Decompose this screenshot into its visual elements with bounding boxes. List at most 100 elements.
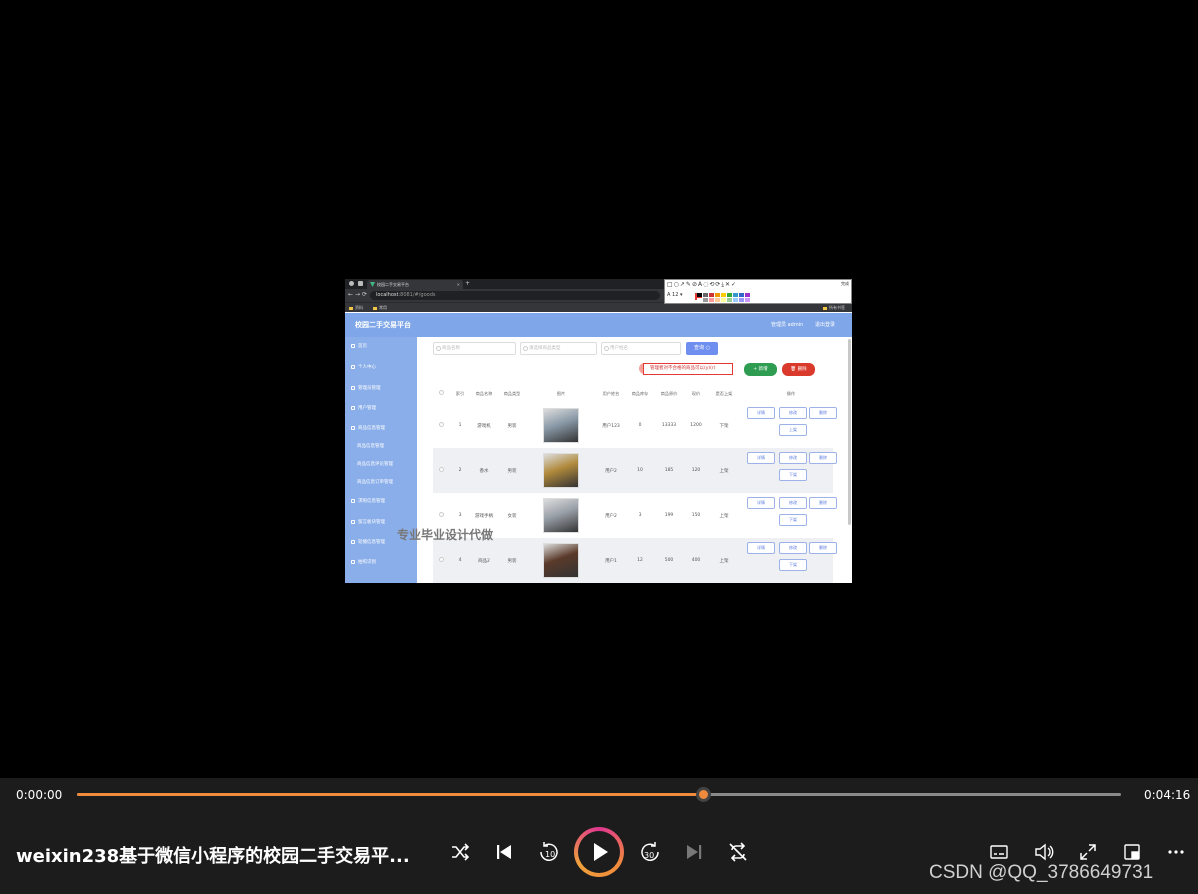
detail-button[interactable]: 详情 <box>747 542 775 554</box>
palette-swatch[interactable] <box>697 298 702 302</box>
palette-swatch[interactable] <box>721 298 726 302</box>
palette-swatch[interactable] <box>745 293 750 297</box>
user-icon <box>351 364 355 369</box>
cell-index: 3 <box>458 513 462 518</box>
edit-label: 修改 <box>789 410 797 415</box>
sidebar-item-carousel[interactable]: 轮播信息管理 <box>351 539 385 545</box>
toggle-listing-label: 下架 <box>789 562 797 567</box>
url-field[interactable]: localhost:8081/#/goods <box>370 291 660 300</box>
row-checkbox[interactable] <box>439 467 444 472</box>
seek-thumb[interactable] <box>696 787 712 802</box>
goods-name-input[interactable]: 商品名称 <box>433 342 516 355</box>
sidebar-subitem-goods[interactable]: 商品信息管理 <box>357 443 384 449</box>
sidebar-item-profile[interactable]: 个人中心 <box>351 364 376 370</box>
edit-button[interactable]: 修改 <box>779 452 807 464</box>
edit-button[interactable]: 修改 <box>779 497 807 509</box>
bookmark-item[interactable]: 常用 <box>373 304 387 312</box>
search-button[interactable]: 查询 ○ <box>686 342 718 355</box>
row-checkbox[interactable] <box>439 422 444 427</box>
select-all-checkbox[interactable] <box>439 390 444 395</box>
nav-buttons[interactable]: ←→⟳ <box>348 291 369 298</box>
annotation-text: 管理者对不合格的商品可以(y)(r) <box>643 363 733 375</box>
more-options-icon[interactable] <box>1167 849 1185 855</box>
sidebar-item-messages[interactable]: 留言板块管理 <box>351 519 385 525</box>
edit-button[interactable]: 修改 <box>779 542 807 554</box>
sidebar-item-home[interactable]: 首页 <box>351 343 367 349</box>
play-button[interactable] <box>574 827 624 877</box>
toggle-listing-button[interactable]: 下架 <box>779 559 807 571</box>
row-checkbox[interactable] <box>439 557 444 562</box>
palette-swatch[interactable] <box>709 298 714 302</box>
palette-swatch[interactable] <box>739 298 744 302</box>
sidebar-subitem-goods-orders[interactable]: 商品信息订单管理 <box>357 479 393 485</box>
sidebar: 首页 个人中心 管理员管理 用户管理 商品信息管理 商品信息管理 商品信息评论管… <box>345 337 417 583</box>
palette-swatch[interactable] <box>739 293 744 297</box>
done-button[interactable]: 完成 <box>841 281 849 287</box>
add-button[interactable]: + 新增 <box>744 363 777 376</box>
user-name-input[interactable]: 用户姓名 <box>601 342 681 355</box>
detail-button[interactable]: 详情 <box>747 407 775 419</box>
scrollbar[interactable] <box>848 339 851 525</box>
video-viewport[interactable]: 校园二手交易平台 ✕ + ←→⟳ localhost:8081/#/goods … <box>0 0 1198 778</box>
new-tab-icon[interactable]: + <box>465 279 470 288</box>
palette-swatch[interactable] <box>733 293 738 297</box>
toggle-listing-button[interactable]: 下架 <box>779 469 807 481</box>
close-tab-icon[interactable]: ✕ <box>457 280 460 289</box>
font-size-picker[interactable]: A 12 ▾ <box>667 292 683 298</box>
edit-button[interactable]: 修改 <box>779 407 807 419</box>
detail-button[interactable]: 详情 <box>747 497 775 509</box>
product-image[interactable] <box>543 453 579 488</box>
palette-swatch[interactable] <box>703 293 708 297</box>
palette-swatch[interactable] <box>709 293 714 297</box>
palette-swatch[interactable] <box>703 298 708 302</box>
cell-stock: 0 <box>638 423 642 428</box>
sidebar-item-photo-recognition[interactable]: 拍照识别 <box>351 559 376 565</box>
bookmark-item[interactable]: 资料 <box>349 304 363 312</box>
logout-link[interactable]: 退出登录 <box>815 321 835 328</box>
volume-icon[interactable] <box>1034 843 1054 861</box>
goods-type-select[interactable]: 请选择商品类型 <box>520 342 597 355</box>
row-checkbox[interactable] <box>439 512 444 517</box>
forward-30-icon[interactable]: 30 <box>639 841 661 863</box>
palette-swatch[interactable] <box>721 293 726 297</box>
palette-swatch[interactable] <box>697 293 702 297</box>
palette-swatch[interactable] <box>715 298 720 302</box>
row-delete-button[interactable]: 删除 <box>809 452 837 464</box>
rewind-10-icon[interactable]: 10 <box>538 841 560 863</box>
next-icon[interactable] <box>684 842 704 862</box>
delete-button[interactable]: 🗑 删除 <box>782 363 815 376</box>
detail-button[interactable]: 详情 <box>747 452 775 464</box>
play-icon <box>594 843 608 861</box>
row-delete-button[interactable]: 删除 <box>809 542 837 554</box>
repeat-off-icon[interactable] <box>728 842 748 862</box>
captions-icon[interactable] <box>990 844 1008 860</box>
palette-swatch[interactable] <box>727 293 732 297</box>
toggle-listing-button[interactable]: 下架 <box>779 514 807 526</box>
row-delete-button[interactable]: 删除 <box>809 497 837 509</box>
seek-bar[interactable] <box>77 787 1121 802</box>
sidebar-item-users[interactable]: 用户管理 <box>351 405 376 411</box>
row-delete-button[interactable]: 删除 <box>809 407 837 419</box>
product-image[interactable] <box>543 408 579 443</box>
mini-player-icon[interactable] <box>1123 843 1141 861</box>
annotation-tools[interactable]: □○↗✎⊘A◌⟲⟳⤓✕✓ <box>667 281 737 289</box>
sidebar-subitem-goods-comments[interactable]: 商品信息评论管理 <box>357 461 393 467</box>
browser-tab[interactable]: 校园二手交易平台 ✕ <box>367 280 463 289</box>
col-header-image: 图片 <box>556 391 566 396</box>
product-image[interactable] <box>543 498 579 533</box>
color-palette[interactable] <box>697 293 751 303</box>
sidebar-label: 拍照识别 <box>358 560 376 565</box>
palette-swatch[interactable] <box>715 293 720 297</box>
palette-swatch[interactable] <box>733 298 738 302</box>
shuffle-icon[interactable] <box>450 842 470 862</box>
product-image[interactable] <box>543 543 579 578</box>
previous-icon[interactable] <box>494 842 514 862</box>
all-bookmarks[interactable]: 所有书签 <box>823 304 845 312</box>
sidebar-item-wanted[interactable]: 求购信息管理 <box>351 498 385 504</box>
fullscreen-icon[interactable] <box>1079 843 1097 861</box>
sidebar-item-goods[interactable]: 商品信息管理 <box>351 425 385 431</box>
sidebar-item-admins[interactable]: 管理员管理 <box>351 385 381 391</box>
palette-swatch[interactable] <box>745 298 750 302</box>
palette-swatch[interactable] <box>727 298 732 302</box>
toggle-listing-button[interactable]: 上架 <box>779 424 807 436</box>
